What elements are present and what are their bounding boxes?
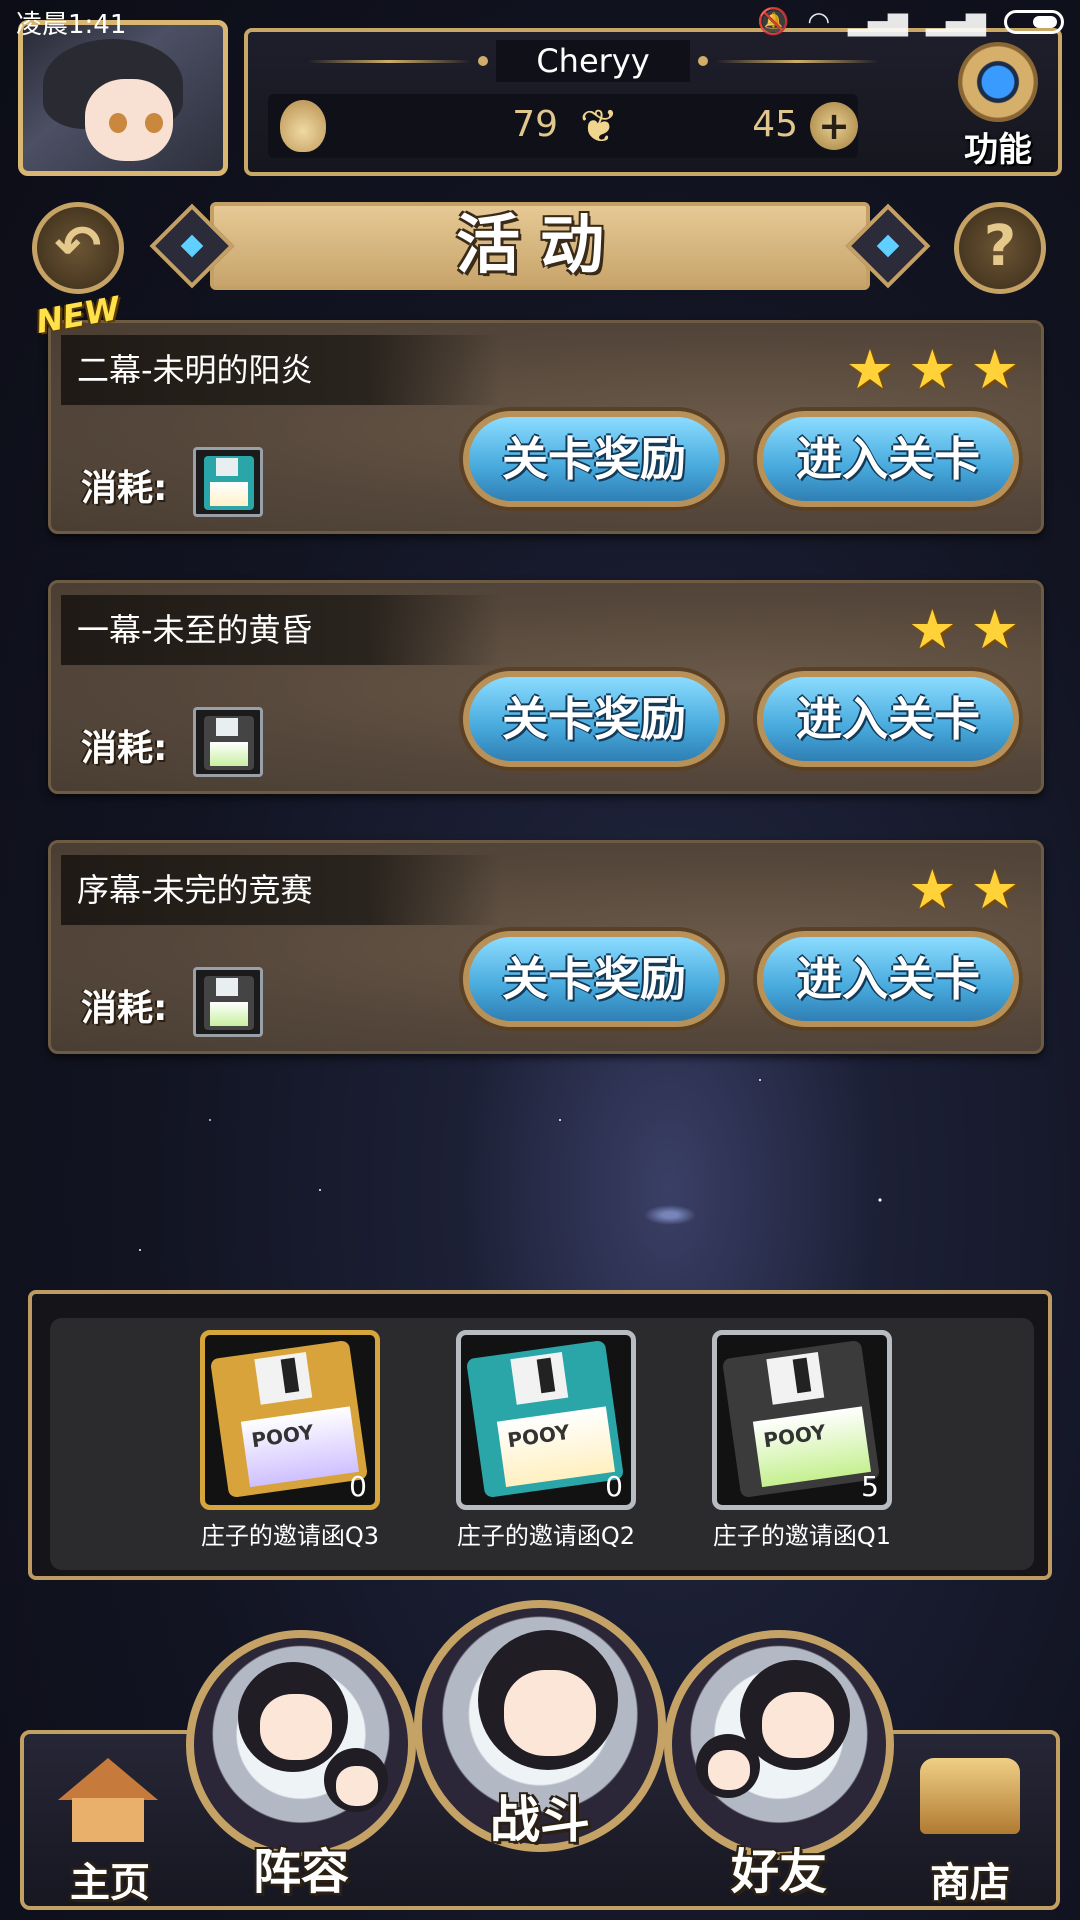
cost-item-icon: [193, 967, 263, 1037]
stage-card: 一幕-未至的黄昏 ★ ★ 消耗: 关卡奖励 进入关卡: [48, 580, 1044, 794]
signal-icon-2: ▂▄▆: [926, 7, 986, 37]
cost-label: 消耗:: [81, 728, 168, 769]
lineup-portrait: [186, 1630, 416, 1860]
status-icons: 🔕 ◠ ▂▄▆ ▂▄▆: [757, 7, 1064, 37]
help-button[interactable]: ?: [954, 202, 1046, 294]
gear-icon: [958, 42, 1038, 122]
stage-title: 序幕-未完的竞赛: [77, 871, 313, 909]
function-button[interactable]: 功能: [948, 42, 1048, 172]
status-time: 凌晨1:41: [16, 9, 127, 40]
floppy-disk-icon: [204, 976, 254, 1030]
stage-stars: ★ ★ ★: [846, 343, 1019, 397]
function-label: 功能: [964, 130, 1032, 170]
stage-card: 序幕-未完的竞赛 ★ ★ 消耗: 关卡奖励 进入关卡: [48, 840, 1044, 1054]
cost-item-icon: [193, 707, 263, 777]
nav-battle-label: 战斗: [490, 1791, 590, 1849]
star-icon: ★: [908, 338, 957, 401]
enter-stage-button[interactable]: 进入关卡: [757, 411, 1019, 507]
butterfly-currency-value: 45: [752, 104, 798, 145]
floppy-disk-icon: POOY: [721, 1339, 881, 1499]
treasure-chest-icon: [920, 1758, 1020, 1834]
back-button[interactable]: ↶: [32, 202, 124, 294]
wifi-icon: ◠: [807, 7, 830, 37]
item-name: 庄子的邀请函Q3: [200, 1522, 380, 1550]
player-name: Cheryy: [496, 40, 690, 82]
inventory-item-q3[interactable]: POOY 0 庄子的邀请函Q3: [200, 1330, 380, 1550]
house-icon: [58, 1758, 158, 1842]
item-count: 0: [349, 1470, 367, 1503]
player-info-panel: Cheryy 79 ❦ 45 + 功能: [244, 28, 1062, 176]
stage-title: 二幕-未明的阳炎: [77, 351, 313, 389]
floppy-disk-icon: [204, 716, 254, 770]
nav-friends[interactable]: 好友: [664, 1630, 894, 1900]
inventory-item-q2[interactable]: POOY 0 庄子的邀请函Q2: [456, 1330, 636, 1550]
stage-reward-button[interactable]: 关卡奖励: [463, 931, 725, 1027]
cost-item-icon: [193, 447, 263, 517]
stage-card: 二幕-未明的阳炎 ★ ★ ★ 消耗: 关卡奖励 进入关卡: [48, 320, 1044, 534]
stage-stars: ★ ★: [908, 863, 1019, 917]
item-count: 0: [605, 1470, 623, 1503]
add-currency-button[interactable]: +: [810, 102, 858, 150]
star-icon: ★: [908, 858, 957, 921]
resource-row: 79 ❦ 45 +: [268, 94, 858, 158]
battery-icon: [1004, 10, 1064, 34]
butterfly-currency-icon: ❦: [579, 99, 619, 153]
nav-battle[interactable]: 战斗: [414, 1600, 666, 1890]
nav-friends-label: 好友: [730, 1844, 827, 1900]
stage-title: 一幕-未至的黄昏: [77, 611, 313, 649]
flame-currency-value: 79: [512, 104, 558, 145]
floppy-disk-icon: [204, 456, 254, 510]
mute-icon: 🔕: [756, 7, 790, 37]
nav-home[interactable]: 主页: [40, 1730, 180, 1910]
stage-reward-button[interactable]: 关卡奖励: [463, 411, 725, 507]
stage-reward-button[interactable]: 关卡奖励: [463, 671, 725, 767]
signal-icon: ▂▄▆: [848, 7, 908, 37]
title-banner: 活动: [140, 196, 940, 296]
item-count: 5: [861, 1470, 879, 1503]
nav-shop[interactable]: 商店: [900, 1730, 1040, 1910]
question-icon: ?: [983, 214, 1017, 279]
star-icon: ★: [845, 338, 895, 401]
nav-lineup[interactable]: 阵容: [186, 1630, 416, 1900]
status-bar: 凌晨1:41 🔕 ◠ ▂▄▆ ▂▄▆: [0, 0, 1080, 44]
floppy-disk-icon: POOY: [465, 1339, 625, 1499]
nav-home-label: 主页: [70, 1860, 150, 1906]
floppy-disk-icon: POOY: [209, 1339, 369, 1499]
star-icon: ★: [970, 858, 1019, 921]
enter-stage-button[interactable]: 进入关卡: [757, 931, 1019, 1027]
page-title: 活动: [456, 209, 624, 283]
inventory-panel: POOY 0 庄子的邀请函Q3 POOY 0 庄子的邀请函Q2 POOY 5 庄…: [28, 1290, 1052, 1580]
inventory-item-q1[interactable]: POOY 5 庄子的邀请函Q1: [712, 1330, 892, 1550]
nav-lineup-label: 阵容: [252, 1844, 349, 1900]
bottom-nav: 主页 阵容 战斗 好友 商店: [0, 1580, 1080, 1920]
flame-currency-icon: [280, 100, 326, 152]
star-icon: ★: [970, 338, 1019, 401]
back-arrow-icon: ↶: [54, 214, 102, 279]
friends-portrait: [664, 1630, 894, 1860]
item-name: 庄子的邀请函Q1: [712, 1522, 892, 1550]
stage-stars: ★ ★: [908, 603, 1019, 657]
item-name: 庄子的邀请函Q2: [456, 1522, 636, 1550]
cost-label: 消耗:: [81, 988, 168, 1029]
star-icon: ★: [970, 598, 1019, 661]
star-icon: ★: [908, 598, 957, 661]
name-bar: Cheryy: [308, 40, 878, 82]
enter-stage-button[interactable]: 进入关卡: [757, 671, 1019, 767]
nav-shop-label: 商店: [930, 1860, 1010, 1906]
cost-label: 消耗:: [81, 468, 168, 509]
